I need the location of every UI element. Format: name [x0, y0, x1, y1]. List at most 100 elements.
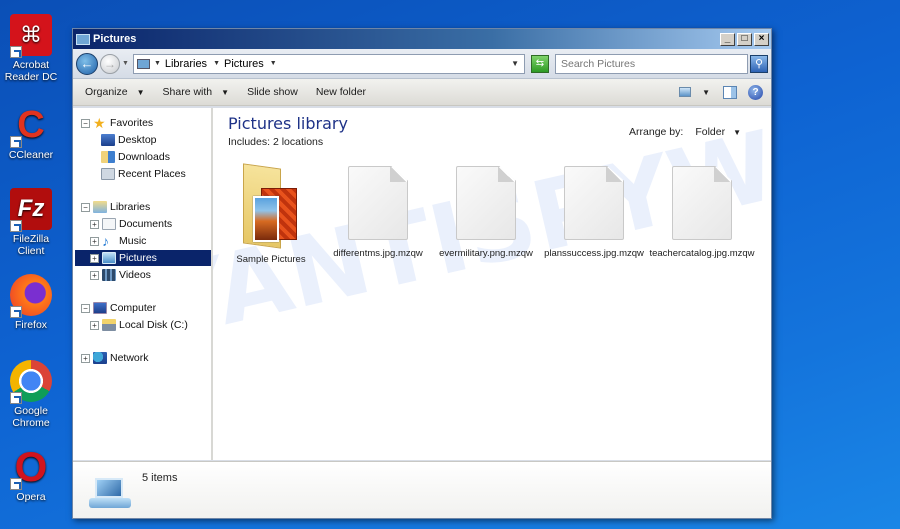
pictures-library-icon — [136, 58, 150, 69]
change-view-icon[interactable] — [679, 87, 692, 97]
arrange-value: Folder — [695, 126, 726, 138]
desktop-icon-opera[interactable]: O Opera — [0, 446, 62, 503]
expand-icon[interactable]: + — [90, 253, 99, 263]
collapse-icon[interactable]: − — [81, 202, 90, 212]
expand-icon[interactable]: + — [90, 270, 99, 280]
firefox-icon — [10, 274, 52, 318]
nav-label: Desktop — [118, 134, 157, 146]
minimize-button[interactable]: _ — [720, 32, 735, 46]
expand-icon[interactable]: + — [90, 236, 99, 246]
desktop-icon-filezilla[interactable]: Fz FileZilla Client — [0, 188, 62, 257]
nav-downloads[interactable]: Downloads — [101, 149, 170, 165]
nav-label: Music — [119, 235, 147, 247]
recent-pages-dropdown[interactable]: ▼ — [122, 60, 129, 67]
blank-file-icon — [672, 166, 732, 240]
desktop-icon-ccleaner[interactable]: C CCleaner — [0, 104, 62, 161]
file-item[interactable]: differentms.jpg.mzqw — [324, 166, 432, 259]
window-title: Pictures — [93, 33, 137, 45]
expand-icon[interactable]: + — [90, 320, 99, 330]
nav-label: Network — [110, 352, 149, 364]
library-title: Pictures library — [228, 114, 348, 133]
nav-videos[interactable]: + Videos — [90, 267, 151, 283]
chevron-down-icon: ▼ — [136, 87, 145, 97]
nav-recent-places[interactable]: Recent Places — [101, 166, 186, 182]
nav-favorites[interactable]: − ★ Favorites — [81, 115, 153, 131]
nav-pictures[interactable]: + Pictures — [75, 250, 211, 266]
view-options-dropdown[interactable]: ▼ — [702, 88, 710, 97]
arrange-label: Arrange by: — [629, 126, 684, 138]
refresh-button[interactable]: ⇆ — [531, 54, 549, 73]
new-folder-button[interactable]: New folder — [316, 86, 366, 98]
search-icon[interactable]: ⚲ — [750, 54, 768, 73]
breadcrumb-libraries[interactable]: ▼ Libraries — [154, 58, 207, 70]
library-includes-link[interactable]: Includes: 2 locations — [228, 136, 323, 148]
search-input[interactable] — [555, 53, 748, 74]
explorer-window: Pictures _ □ × ← → ▼ ▼ Libraries ▼ Picture… — [72, 28, 772, 519]
desktop-icon-firefox[interactable]: Firefox — [0, 274, 62, 331]
file-name: Sample Pictures — [236, 254, 306, 265]
nav-label: Downloads — [118, 151, 170, 163]
item-count: 5 items — [142, 472, 178, 484]
nav-label: Computer — [110, 302, 157, 314]
nav-label: Favorites — [110, 117, 154, 129]
address-field[interactable]: ▼ Libraries ▼ Pictures ▼ ▼ — [132, 53, 525, 74]
expand-icon[interactable]: + — [90, 219, 99, 229]
opera-icon: O — [10, 446, 52, 490]
organize-button[interactable]: Organize ▼ — [85, 86, 145, 98]
file-item[interactable]: planssuccess.jpg.mzqw — [540, 166, 648, 259]
shortcut-arrow-icon — [10, 478, 22, 490]
nav-label: Recent Places — [118, 168, 186, 180]
breadcrumb-arrow-icon: ▼ — [153, 60, 161, 67]
expand-icon[interactable]: + — [81, 353, 90, 363]
nav-computer[interactable]: − Computer — [81, 300, 156, 316]
chevron-down-icon: ▼ — [221, 87, 230, 97]
help-icon[interactable]: ? — [748, 84, 763, 100]
acrobat-icon: ⌘ — [10, 14, 52, 58]
preview-pane-icon[interactable] — [723, 85, 737, 99]
breadcrumb-pictures[interactable]: ▼ Pictures — [213, 58, 264, 70]
address-bar: ← → ▼ ▼Libraries ▼Pictures ▼ ▼ ⇆ ⚲ — [73, 49, 771, 79]
title-bar[interactable]: Pictures _ □ × — [73, 29, 771, 49]
nav-libraries[interactable]: − Libraries — [81, 199, 150, 215]
arrange-by[interactable]: Arrange by: Folder ▼ — [629, 126, 741, 138]
nav-label: Documents — [119, 218, 173, 230]
computer-icon — [93, 302, 107, 314]
blank-file-icon — [348, 166, 408, 240]
star-icon: ★ — [93, 115, 106, 131]
back-button[interactable]: ← — [76, 52, 98, 75]
slide-show-button[interactable]: Slide show — [247, 86, 298, 98]
file-name: planssuccess.jpg.mzqw — [544, 248, 644, 259]
ccleaner-icon: C — [10, 104, 52, 148]
file-list-area[interactable]: MYANTISPYWARE.COM Pictures library Inclu… — [213, 108, 771, 460]
address-history-dropdown[interactable]: ▼ — [506, 59, 524, 68]
desktop-icon-acrobat[interactable]: ⌘ Acrobat Reader DC — [0, 14, 62, 83]
breadcrumb-label: Libraries — [164, 57, 208, 70]
videos-icon — [102, 269, 116, 281]
file-item[interactable]: teachercatalog.jpg.mzqw — [648, 166, 756, 259]
nav-network[interactable]: + Network — [81, 350, 149, 366]
blank-file-icon — [564, 166, 624, 240]
nav-music[interactable]: + ♪ Music — [90, 233, 146, 249]
forward-button[interactable]: → — [100, 53, 120, 74]
nav-label: Local Disk (C:) — [119, 319, 188, 331]
desktop-icon-label: Google Chrome — [12, 405, 50, 429]
nav-label: Videos — [119, 269, 151, 281]
chrome-icon — [10, 360, 52, 404]
share-with-button[interactable]: Share with ▼ — [163, 86, 230, 98]
breadcrumb-subfolder-dropdown[interactable]: ▼ — [270, 60, 281, 67]
nav-desktop[interactable]: Desktop — [101, 132, 157, 148]
desktop-icon-label: Opera — [16, 491, 46, 503]
collapse-icon[interactable]: − — [81, 303, 90, 313]
documents-icon — [102, 218, 116, 230]
file-item[interactable]: evermilitary.png.mzqw — [432, 166, 540, 259]
nav-local-disk[interactable]: + Local Disk (C:) — [90, 317, 188, 333]
close-button[interactable]: × — [754, 32, 769, 46]
maximize-button[interactable]: □ — [737, 32, 752, 46]
desktop-icon-chrome[interactable]: Google Chrome — [0, 360, 62, 429]
desktop-icon-label: CCleaner — [8, 149, 54, 161]
folder-item[interactable]: Sample Pictures — [217, 163, 325, 265]
file-name: evermilitary.png.mzqw — [439, 248, 533, 259]
collapse-icon[interactable]: − — [81, 118, 90, 128]
local-disk-icon — [102, 319, 116, 331]
nav-documents[interactable]: + Documents — [90, 216, 172, 232]
